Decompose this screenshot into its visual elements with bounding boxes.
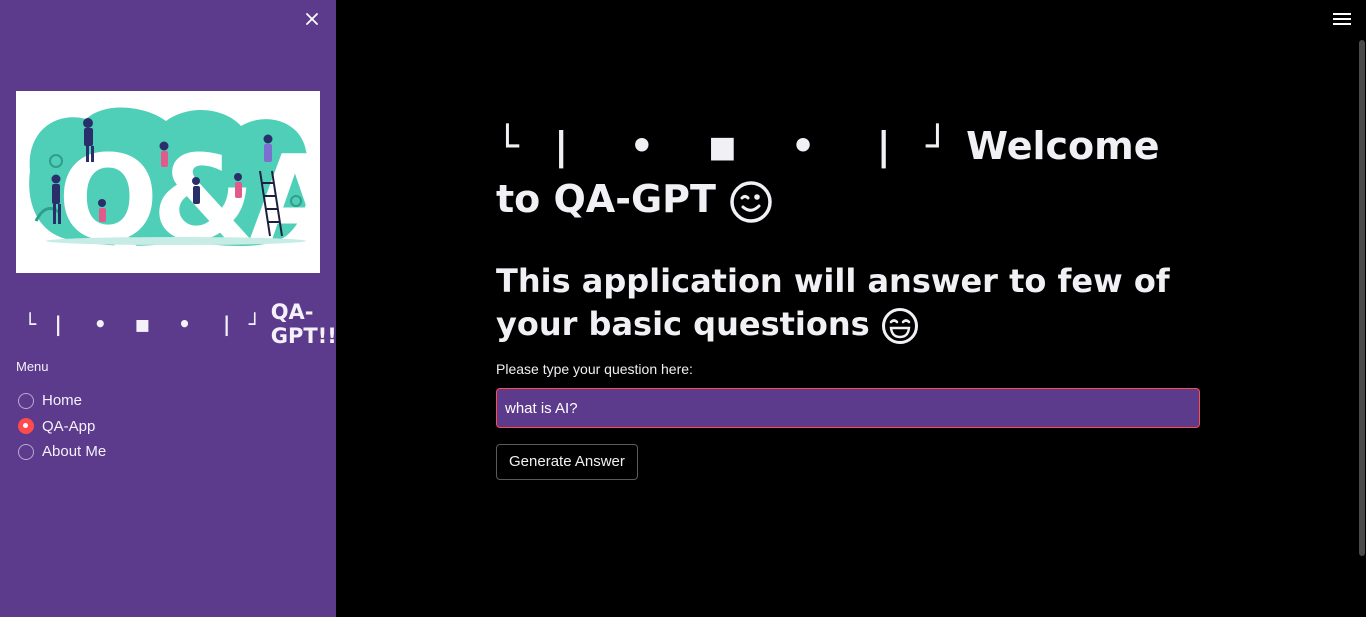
sidebar-title: └ | • ■ • | ┘ QA-GPT!!	[24, 300, 337, 348]
radio-option-about-me[interactable]: About Me	[18, 439, 106, 465]
hamburger-menu-icon[interactable]	[1333, 10, 1351, 26]
radio-button-qa-app[interactable]	[18, 418, 34, 435]
radio-option-qa-app[interactable]: QA-App	[18, 414, 106, 440]
radio-label-home[interactable]: Home	[42, 392, 82, 409]
menu-label: Menu	[16, 359, 49, 374]
qa-logo-image: Q&A	[16, 91, 320, 273]
sidebar-title-glyphs: └ | • ■ • | ┘	[24, 312, 263, 336]
sidebar: Q&A └ | • ■ • | ┘ QA-GPT!! Menu Home QA-…	[0, 0, 337, 617]
question-input-wrapper[interactable]	[496, 388, 1200, 428]
grinning-face-icon	[881, 308, 918, 344]
radio-label-qa-app[interactable]: QA-App	[42, 418, 95, 435]
scrollbar[interactable]	[1359, 40, 1365, 556]
radio-button-home[interactable]	[18, 392, 34, 409]
app-root: Q&A └ | • ■ • | ┘ QA-GPT!! Menu Home QA-…	[0, 0, 1366, 617]
question-input[interactable]	[505, 389, 1199, 427]
svg-text:Q&A: Q&A	[58, 129, 320, 267]
question-input-label: Please type your question here:	[496, 361, 693, 377]
main-content: └ | • ■ • | ┘ Welcome to QA-GPT This app…	[496, 120, 1200, 480]
close-sidebar-button[interactable]	[301, 8, 323, 30]
title-glyphs: └ | • ■ • | ┘	[496, 124, 953, 168]
subtitle-text: This application will answer to few of y…	[496, 262, 1170, 343]
generate-answer-button[interactable]: Generate Answer	[496, 444, 638, 480]
page-title: └ | • ■ • | ┘ Welcome to QA-GPT	[496, 120, 1200, 226]
close-icon	[306, 13, 318, 25]
page-subtitle: This application will answer to few of y…	[496, 260, 1200, 346]
menu-radio-group: Home QA-App About Me	[18, 388, 106, 465]
radio-label-about-me[interactable]: About Me	[42, 443, 106, 460]
radio-option-home[interactable]: Home	[18, 388, 106, 414]
radio-button-about-me[interactable]	[18, 443, 34, 460]
winking-face-icon	[730, 180, 772, 223]
sidebar-title-text: QA-GPT!!	[270, 300, 337, 348]
